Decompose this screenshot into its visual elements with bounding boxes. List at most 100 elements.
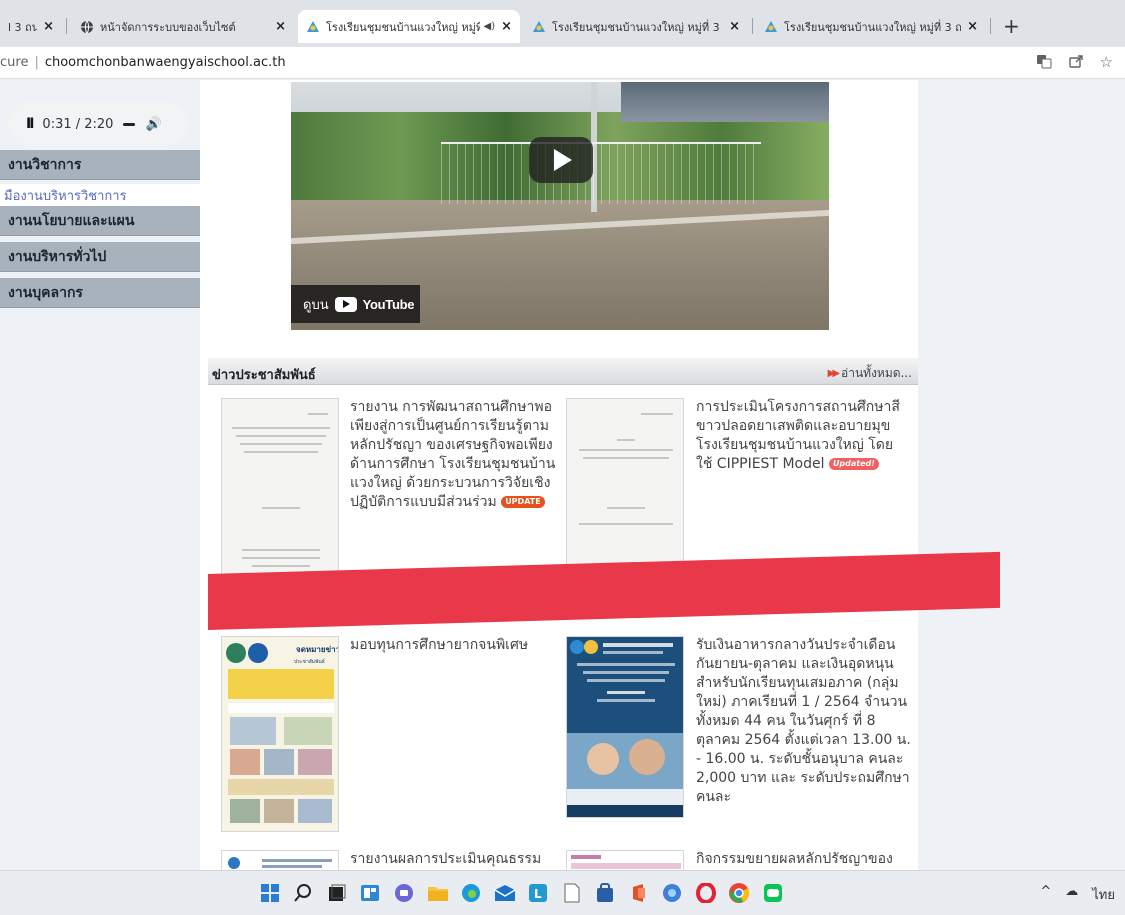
school-logo-icon — [306, 20, 320, 34]
launcher-l-icon[interactable]: L — [526, 881, 550, 905]
chrome-icon[interactable] — [727, 881, 751, 905]
read-all-label: อ่านทั้งหมด... — [841, 366, 912, 380]
tab-title: โรงเรียนชุมชนบ้านแวงใหญ่ หมู่ที่ 3 — [326, 20, 480, 34]
news-thumbnail-poster[interactable]: จดหมายข่าว ประชาสัมพันธ์ — [221, 636, 339, 832]
read-all-link[interactable]: ▶▶ อ่านทั้งหมด... — [828, 364, 912, 383]
close-icon[interactable]: × — [501, 19, 512, 34]
news-thumbnail-document[interactable] — [221, 398, 339, 580]
school-logo-icon — [764, 20, 778, 34]
sidebar-item-label: งานวิชาการ — [8, 156, 82, 173]
browser-tab[interactable]: หน้าจัดการระบบของเว็บไซต์ × — [72, 10, 294, 43]
poster-subtitle: ประชาสัมพันธ์ — [294, 658, 325, 665]
sidebar-subitem-academic-manual[interactable]: มืองานบริหารวิชาการ — [0, 184, 200, 206]
news-item-text: รายงานผลการประเมินคุณธรรมและ — [350, 851, 542, 867]
tab-title: หน้าจัดการระบบของเว็บไซต์ — [100, 20, 236, 34]
browser-tab-active[interactable]: โรงเรียนชุมชนบ้านแวงใหญ่ หมู่ที่ 3 ◀) × — [298, 10, 520, 43]
url-display[interactable]: cure | choomchonbanwaengyaischool.ac.th — [0, 55, 286, 70]
watch-on-youtube-button[interactable]: ดูบน YouTube — [291, 285, 420, 323]
news-item-text: มอบทุนการศึกษายากจนพิเศษ — [350, 637, 529, 653]
news-item-link[interactable]: มอบทุนการศึกษายากจนพิเศษ — [350, 636, 556, 655]
news-thumbnail-document[interactable] — [221, 850, 339, 870]
store-icon[interactable] — [593, 881, 617, 905]
tab-separator — [752, 18, 753, 34]
sidebar-subitem-label: มืองานบริหารวิชาการ — [4, 188, 127, 204]
news-thumbnail-document[interactable] — [566, 398, 684, 580]
opera-icon[interactable] — [694, 881, 718, 905]
poster-title: จดหมายข่าว — [296, 645, 339, 654]
news-item-link[interactable]: รายงาน การพัฒนาสถานศึกษาพอเพียงสู่การเป็… — [350, 398, 556, 512]
close-icon[interactable]: × — [43, 19, 54, 34]
close-icon[interactable]: × — [275, 19, 286, 34]
play-icon — [554, 149, 572, 171]
share-icon[interactable] — [1068, 53, 1084, 73]
volume-icon[interactable]: 🔊 — [145, 117, 161, 132]
news-thumbnail-poster[interactable] — [566, 850, 684, 870]
news-item-text: รายงาน การพัฒนาสถานศึกษาพอเพียงสู่การเป็… — [350, 399, 556, 510]
audio-player[interactable]: II 0:31 / 2:20 🔊 — [8, 102, 188, 146]
play-button[interactable] — [529, 137, 593, 183]
document-icon[interactable] — [560, 881, 584, 905]
file-explorer-icon[interactable] — [426, 881, 450, 905]
new-tab-button[interactable]: + — [1003, 16, 1020, 36]
bookmark-star-icon[interactable]: ☆ — [1100, 53, 1113, 73]
tray-chevron-icon[interactable]: ^ — [1040, 884, 1051, 905]
search-icon[interactable] — [291, 881, 315, 905]
double-arrow-icon: ▶▶ — [827, 368, 841, 379]
sidebar-item-academic[interactable]: งานวิชาการ — [0, 150, 200, 180]
news-item-link[interactable]: รายงานผลการประเมินคุณธรรมและ — [350, 850, 556, 870]
security-label: cure — [0, 55, 29, 70]
left-sidebar: II 0:31 / 2:20 🔊 งานวิชาการ มืองานบริหาร… — [0, 80, 200, 870]
language-indicator[interactable]: ไทย — [1092, 884, 1115, 905]
browser-tab[interactable]: โรงเรียนชุมชนบ้านแวงใหญ่ หมู่ที่ 3 ถนน × — [524, 10, 748, 43]
tab-title: โรงเรียนชุมชนบ้านแวงใหญ่ หมู่ที่ 3 ถนน — [552, 20, 723, 34]
edge-browser-icon[interactable] — [459, 881, 483, 905]
browser-tab[interactable]: โรงเรียนชุมชนบ้านแวงใหญ่ หมู่ที่ 3 ถนน × — [756, 10, 986, 43]
news-item-link[interactable]: การประเมินโครงการสถานศึกษาสีขาวปลอดยาเสพ… — [696, 398, 908, 474]
browser-tab[interactable]: l 3 ถนน × — [0, 10, 62, 43]
mail-icon[interactable] — [493, 881, 517, 905]
youtube-video[interactable]: ดูบน YouTube — [291, 82, 829, 330]
watch-on-label: ดูบน — [303, 297, 329, 313]
video-frame-net — [441, 142, 761, 204]
sidebar-item-general[interactable]: งานบริหารทั่วไป — [0, 242, 200, 272]
news-item-link[interactable]: รับเงินอาหารกลางวันประจำเดือนกันยายน-ตุล… — [696, 636, 912, 807]
close-icon[interactable]: × — [967, 19, 978, 34]
browser-tab-strip: l 3 ถนน × หน้าจัดการระบบของเว็บไซต์ × โร… — [0, 0, 1125, 47]
sidebar-item-label: งานบริหารทั่วไป — [8, 248, 107, 265]
main-content: ดูบน YouTube ข่าวประชาสัมพันธ์ ▶▶ อ่านทั… — [200, 80, 918, 870]
school-logo-icon — [532, 20, 546, 34]
address-separator: | — [34, 55, 39, 70]
onedrive-cloud-icon[interactable]: ☁ — [1065, 884, 1078, 905]
youtube-logo-icon — [334, 296, 357, 312]
line-messenger-icon[interactable] — [761, 881, 785, 905]
speaker-icon[interactable]: ◀) — [484, 21, 496, 32]
news-section-title: ข่าวประชาสัมพันธ์ — [212, 368, 316, 383]
youtube-wordmark: YouTube — [362, 296, 415, 312]
sidebar-item-label: งานนโยบายและแผน — [8, 212, 135, 229]
task-view-icon[interactable] — [325, 881, 349, 905]
volume-slider[interactable] — [123, 122, 136, 126]
pause-icon[interactable]: II — [26, 116, 35, 132]
office-icon[interactable] — [627, 881, 651, 905]
app-circle-icon[interactable] — [660, 881, 684, 905]
news-thumbnail-poster[interactable] — [566, 636, 684, 818]
close-icon[interactable]: × — [729, 19, 740, 34]
address-bar[interactable]: cure | choomchonbanwaengyaischool.ac.th ☆ — [0, 47, 1125, 79]
sidebar-item-policy[interactable]: งานนโยบายและแผน — [0, 206, 200, 236]
url-text: choomchonbanwaengyaischool.ac.th — [44, 55, 286, 70]
sidebar-item-label: งานบุคลากร — [8, 284, 83, 301]
chat-icon[interactable] — [392, 881, 416, 905]
video-frame-roof — [621, 82, 829, 122]
widgets-icon[interactable] — [358, 881, 382, 905]
system-tray: ^ ☁ ไทย — [1040, 884, 1115, 905]
tab-separator — [66, 18, 67, 34]
windows-start-icon[interactable] — [258, 881, 282, 905]
svg-text:L: L — [534, 887, 542, 901]
web-page: II 0:31 / 2:20 🔊 งานวิชาการ มืองานบริหาร… — [0, 80, 1125, 870]
update-badge: UPDATE — [501, 496, 545, 508]
updated-badge: Updated! — [828, 458, 879, 470]
address-actions: ☆ — [1036, 53, 1113, 73]
news-item-link[interactable]: กิจกรรมขยายผลหลักปรัชญาของ — [696, 850, 912, 869]
sidebar-item-personnel[interactable]: งานบุคลากร — [0, 278, 200, 308]
translate-icon[interactable] — [1036, 53, 1052, 73]
